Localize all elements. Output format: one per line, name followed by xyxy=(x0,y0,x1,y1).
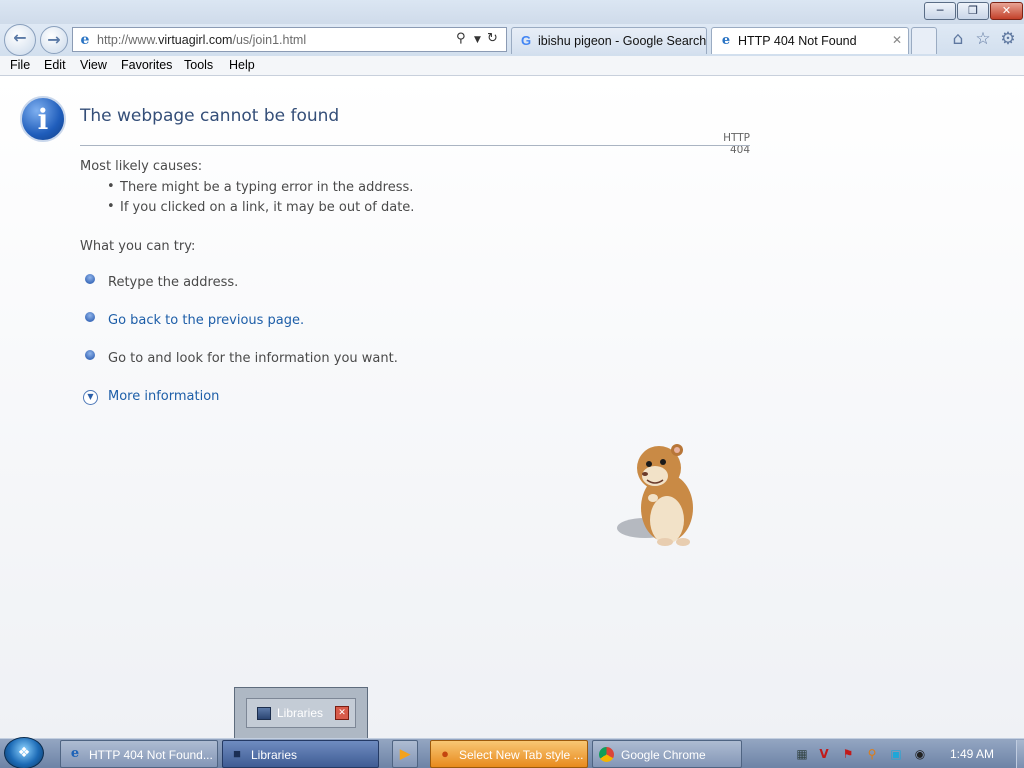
try-retype: Retype the address. xyxy=(108,275,239,290)
menu-tools[interactable]: Tools xyxy=(184,58,213,72)
tab-http-404[interactable]: e HTTP 404 Not Found ✕ xyxy=(711,27,909,54)
home-icon[interactable]: ⌂ xyxy=(947,28,969,50)
tab-google-search[interactable]: G ibishu pigeon - Google Search xyxy=(511,27,707,54)
ie-icon: e xyxy=(721,33,731,48)
volume-icon[interactable]: ◉ xyxy=(912,746,928,762)
taskbar-item-media-player[interactable]: ▶ xyxy=(392,740,418,768)
app-icon: ● xyxy=(441,746,449,761)
url-path: /us/join1.html xyxy=(232,33,307,47)
try-go-to: Go to and look for the information you w… xyxy=(108,351,398,366)
close-icon: ✕ xyxy=(1001,4,1012,17)
restore-button[interactable]: ❐ xyxy=(957,2,989,20)
dropdown-icon[interactable]: ▼ xyxy=(474,35,481,45)
taskbar-thumbnail-popup: Libraries ✕ xyxy=(234,687,368,739)
address-url[interactable]: http://www.virtuagirl.com/us/join1.html xyxy=(97,33,306,47)
taskbar-label: HTTP 404 Not Found... xyxy=(89,748,213,762)
taskbar-item-select-new-tab[interactable]: ● Select New Tab style ... xyxy=(430,740,588,768)
taskbar-item-chrome[interactable]: Google Chrome xyxy=(592,740,742,768)
libraries-thumbnail[interactable]: Libraries ✕ xyxy=(246,698,356,728)
popup-label: Libraries xyxy=(277,706,324,720)
refresh-icon[interactable]: ↻ xyxy=(487,31,498,46)
url-domain: virtuagirl.com xyxy=(158,33,233,47)
monitor-icon[interactable]: ▣ xyxy=(888,746,904,762)
taskbar: ❖ e HTTP 404 Not Found... ■ Libraries ▶ … xyxy=(0,737,1024,768)
tab-label: HTTP 404 Not Found xyxy=(738,34,857,48)
minimize-icon: ─ xyxy=(936,4,944,17)
libraries-icon xyxy=(257,707,271,720)
url-prefix: http://www. xyxy=(97,33,159,47)
ie-page-icon: e xyxy=(80,32,90,48)
more-information-link[interactable]: More information xyxy=(108,389,219,404)
page-content: i The webpage cannot be found HTTP 404 M… xyxy=(0,76,1024,738)
blue-bullet-icon xyxy=(85,350,95,360)
forward-button[interactable]: → xyxy=(40,26,68,54)
windows-logo-icon: ❖ xyxy=(17,745,31,761)
minimize-button[interactable]: ─ xyxy=(924,2,956,20)
bullet-icon: • xyxy=(107,179,115,194)
http-code: HTTP 404 xyxy=(723,132,750,156)
blue-bullet-icon xyxy=(85,312,95,322)
go-back-link[interactable]: Go back to the previous page. xyxy=(108,313,304,328)
taskbar-item-libraries[interactable]: ■ Libraries xyxy=(222,740,379,768)
show-desktop-button[interactable] xyxy=(1016,740,1024,768)
ie-icon: e xyxy=(70,746,80,761)
taskbar-label: Libraries xyxy=(251,748,298,762)
try-heading: What you can try: xyxy=(80,239,196,254)
gear-icon[interactable]: ⚙ xyxy=(997,28,1019,50)
flag-icon[interactable]: ⚑ xyxy=(840,746,856,762)
title-bar: ─ ❐ ✕ xyxy=(0,0,1024,24)
menu-edit[interactable]: Edit xyxy=(44,58,66,72)
hamster-pet-image[interactable] xyxy=(615,438,705,550)
search-icon[interactable]: ⚲ xyxy=(456,31,466,46)
google-icon: G xyxy=(520,33,532,48)
causes-heading: Most likely causes: xyxy=(80,159,203,174)
menu-bar: File Edit View Favorites Tools Help xyxy=(0,56,1024,76)
clock[interactable]: 1:49 AM xyxy=(950,747,994,761)
taskbar-label: Select New Tab style ... xyxy=(459,748,584,762)
forward-arrow-icon: → xyxy=(47,30,61,49)
menu-view[interactable]: View xyxy=(80,58,107,72)
expand-chevron-icon[interactable]: ▼ xyxy=(83,390,98,405)
menu-file[interactable]: File xyxy=(10,58,30,72)
menu-help[interactable]: Help xyxy=(229,58,255,72)
page-title: The webpage cannot be found xyxy=(80,106,340,126)
taskbar-label: Google Chrome xyxy=(621,748,706,762)
taskbar-item-ie[interactable]: e HTTP 404 Not Found... xyxy=(60,740,218,768)
v-app-icon[interactable]: V xyxy=(816,746,832,762)
media-player-icon: ▶ xyxy=(400,746,410,761)
new-tab-button[interactable] xyxy=(911,27,937,54)
blue-bullet-icon xyxy=(85,274,95,284)
info-icon: i xyxy=(20,96,66,142)
close-tab-icon[interactable]: ✕ xyxy=(892,33,902,47)
network-icon[interactable]: ▦ xyxy=(794,746,810,762)
menu-favorites[interactable]: Favorites xyxy=(121,58,172,72)
address-bar[interactable]: e http://www.virtuagirl.com/us/join1.htm… xyxy=(72,27,507,52)
close-window-button[interactable]: ✕ xyxy=(990,2,1023,20)
cause-item: If you clicked on a link, it may be out … xyxy=(120,200,415,215)
navigation-bar: ← → e http://www.virtuagirl.com/us/join1… xyxy=(0,24,1024,56)
libraries-icon: ■ xyxy=(233,746,241,761)
tab-label: ibishu pigeon - Google Search xyxy=(538,34,707,48)
close-icon[interactable]: ✕ xyxy=(335,706,349,720)
restore-icon: ❐ xyxy=(968,4,978,17)
system-tray: ▦ V ⚑ ⚲ ▣ ◉ 1:49 AM xyxy=(788,740,1024,768)
start-button[interactable]: ❖ xyxy=(4,737,44,768)
chrome-icon xyxy=(599,747,614,762)
cause-item: There might be a typing error in the add… xyxy=(120,180,414,195)
back-button[interactable]: ← xyxy=(4,24,36,56)
magnifier-icon[interactable]: ⚲ xyxy=(864,746,880,762)
back-arrow-icon: ← xyxy=(13,28,27,47)
divider xyxy=(80,145,750,146)
bullet-icon: • xyxy=(107,199,115,214)
favorites-star-icon[interactable]: ☆ xyxy=(972,28,994,50)
